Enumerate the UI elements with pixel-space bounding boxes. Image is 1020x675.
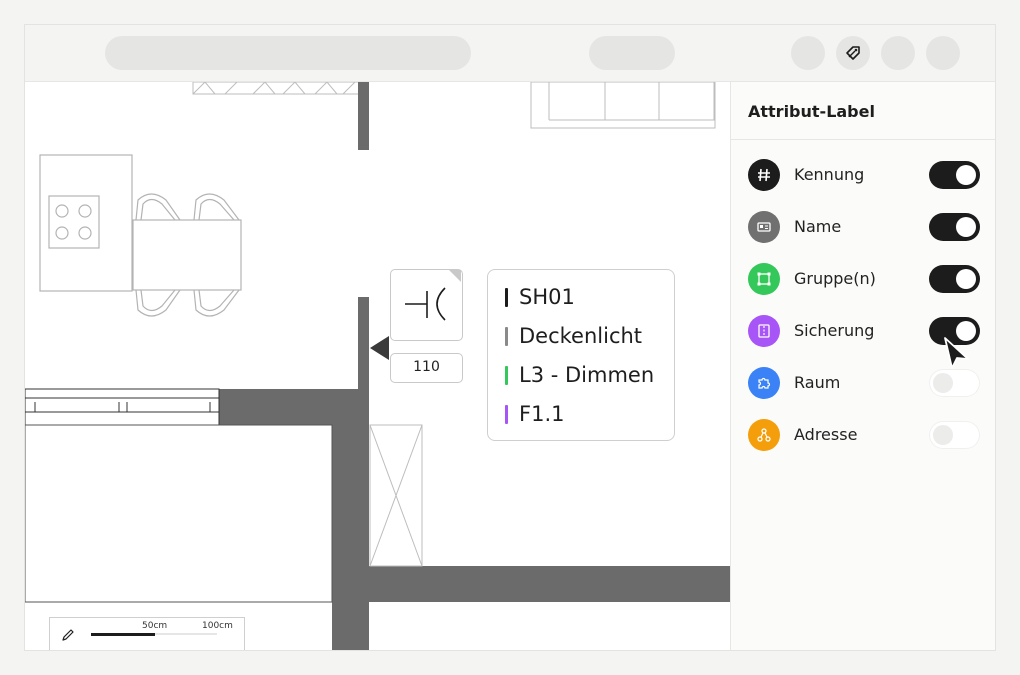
attribute-label: Sicherung (794, 321, 875, 340)
panel-divider (731, 139, 995, 140)
attribute-label: Name (794, 217, 842, 236)
tag-button[interactable] (836, 36, 870, 70)
attribute-label-panel: Attribut-Label Kennung Name Gruppe(n) Si… (730, 82, 995, 650)
attribute-label: Adresse (794, 425, 858, 444)
scale-label-50: 50cm (142, 621, 168, 631)
hash-icon (748, 159, 780, 191)
floor-plan-canvas[interactable]: 110 SH01 Deckenlicht L3 - Dimmen F1.1 50… (25, 82, 730, 650)
callout-line-name: Deckenlicht (505, 323, 642, 349)
toolbar-button-4[interactable] (926, 36, 960, 70)
toolbar-button-1[interactable] (791, 36, 825, 70)
panel-title: Attribut-Label (748, 102, 875, 121)
callout-bar (505, 365, 508, 385)
attribute-label: Gruppe(n) (794, 269, 876, 288)
raum-toggle[interactable] (929, 369, 980, 397)
attribute-row-raum: Raum (748, 367, 980, 399)
scale-bar-empty (155, 633, 217, 635)
cursor-icon (944, 337, 969, 369)
switch-symbol-icon (405, 270, 461, 321)
id-card-icon (748, 211, 780, 243)
kennung-toggle[interactable] (929, 161, 980, 189)
mode-pill[interactable] (589, 36, 675, 70)
callout-text: Deckenlicht (519, 324, 643, 348)
device-number[interactable]: 110 (390, 353, 463, 383)
callout-text: L3 - Dimmen (519, 363, 655, 387)
attribute-row-name: Name (748, 211, 980, 243)
group-icon (748, 263, 780, 295)
attribute-row-gruppe: Gruppe(n) (748, 263, 980, 295)
callout-text: SH01 (519, 285, 575, 309)
attribute-row-adresse: Adresse (748, 419, 980, 451)
device-symbol-box[interactable] (390, 269, 463, 341)
toolbar-button-3[interactable] (881, 36, 915, 70)
adresse-toggle[interactable] (929, 421, 980, 449)
callout-line-group: L3 - Dimmen (505, 362, 654, 388)
name-toggle[interactable] (929, 213, 980, 241)
callout-line-id: SH01 (505, 284, 575, 310)
attribute-label: Raum (794, 373, 841, 392)
attribute-label: Kennung (794, 165, 865, 184)
network-icon (748, 419, 780, 451)
pencil-icon[interactable] (61, 628, 75, 642)
toolbar (25, 25, 995, 82)
search-pill[interactable] (105, 36, 471, 70)
callout-text: F1.1 (519, 402, 565, 426)
tag-icon (846, 46, 860, 60)
callout-bar (505, 287, 508, 307)
callout-bar (505, 326, 508, 346)
fuse-icon (748, 315, 780, 347)
gruppe-toggle[interactable] (929, 265, 980, 293)
scale-bar-filled (91, 633, 155, 636)
scale-label-100: 100cm (202, 621, 233, 631)
callout-bar (505, 404, 508, 424)
callout-line-fuse: F1.1 (505, 401, 564, 427)
app-window: 110 SH01 Deckenlicht L3 - Dimmen F1.1 50… (24, 24, 996, 651)
scale-bar: 50cm 100cm (49, 617, 245, 650)
attribute-callout[interactable]: SH01 Deckenlicht L3 - Dimmen F1.1 (487, 269, 675, 441)
attribute-row-kennung: Kennung (748, 159, 980, 191)
puzzle-icon (748, 367, 780, 399)
